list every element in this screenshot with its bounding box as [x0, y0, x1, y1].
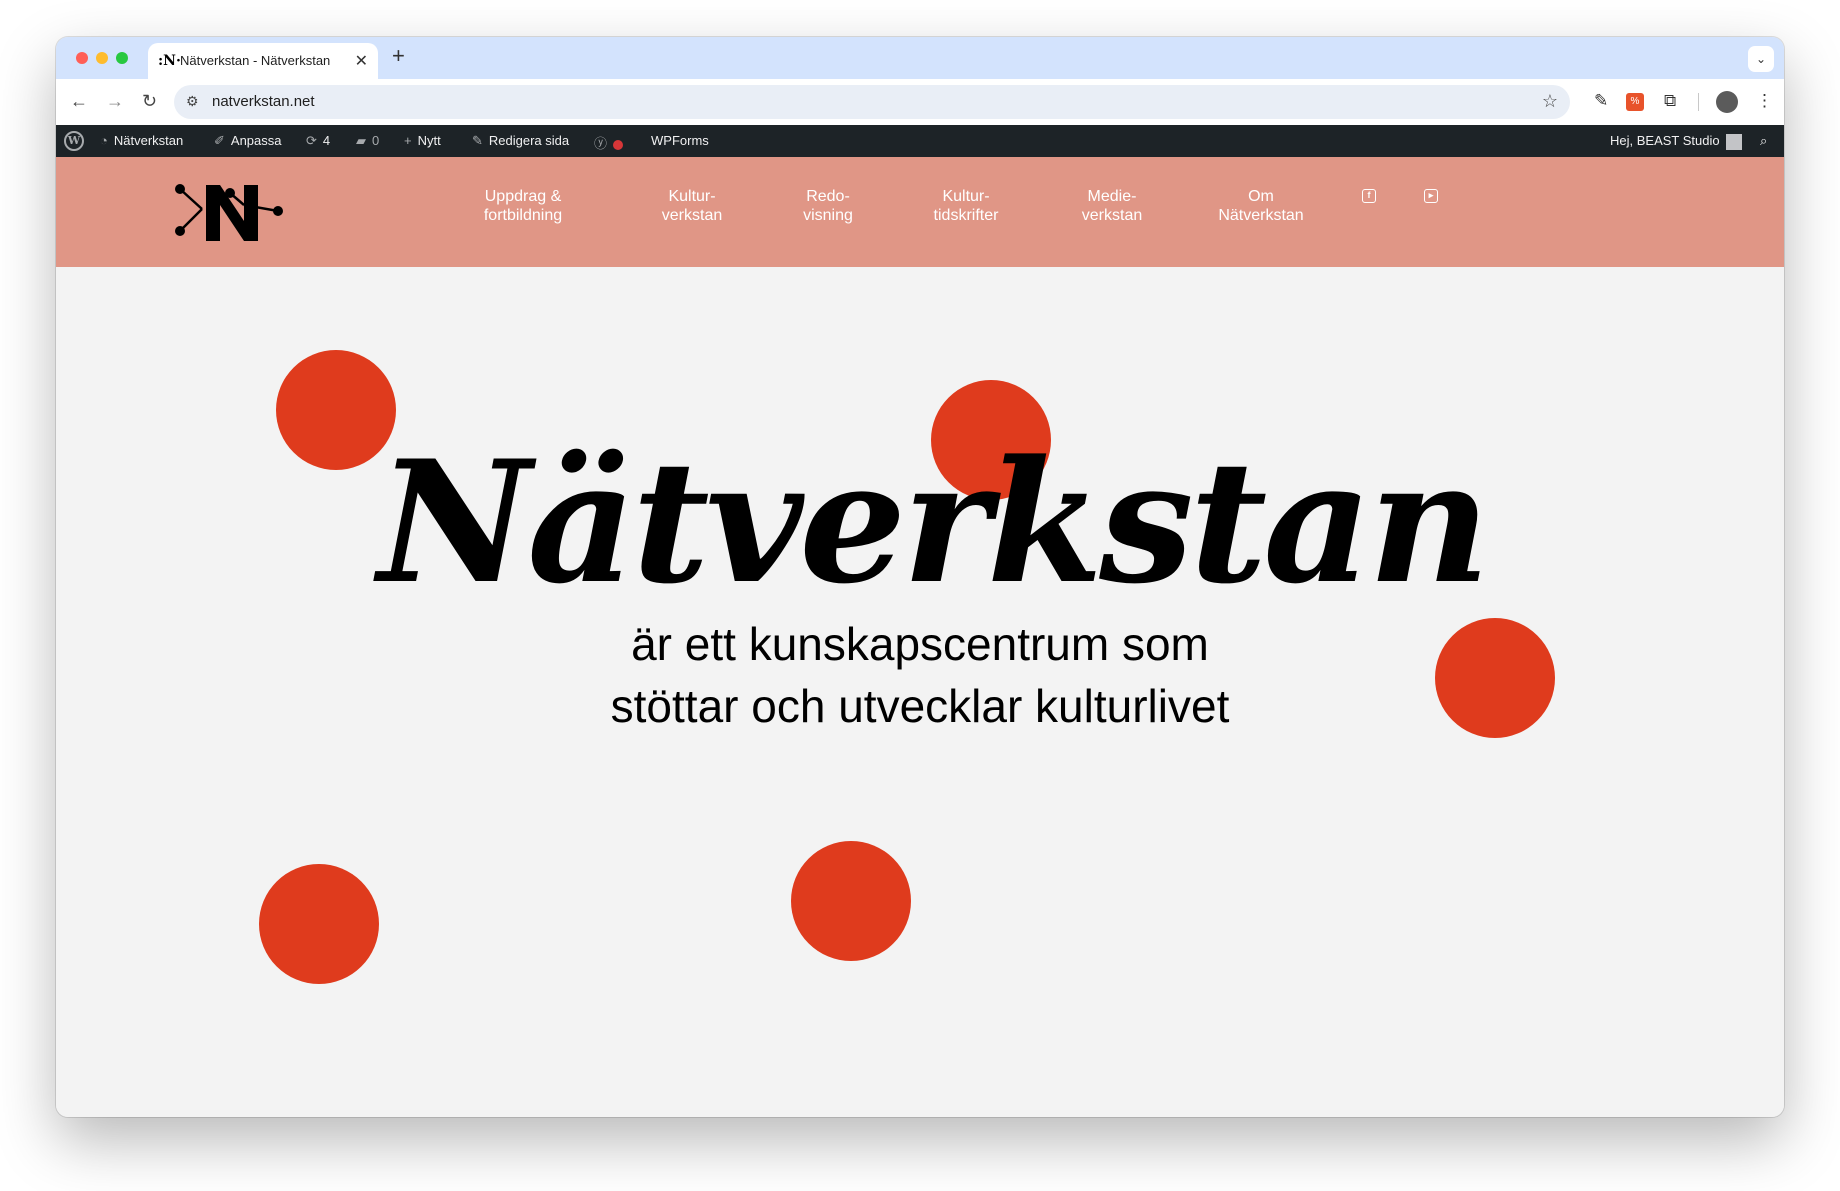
adminbar-seo-link[interactable]: ⓨ [594, 133, 624, 152]
new-tab-button[interactable]: + [392, 45, 405, 67]
youtube-icon[interactable]: ▸ [1424, 189, 1438, 203]
nav-item-kulturtidskrifter[interactable]: Kultur- tidskrifter [934, 187, 999, 225]
hero-subtitle: är ett kunskapscentrum som stöttar och u… [56, 613, 1784, 737]
browser-window: :N· Nätverkstan - Nätverkstan ✕ + ⌄ ← → … [56, 37, 1784, 1117]
close-window-button[interactable] [76, 52, 88, 64]
decorative-red-dot [259, 864, 379, 984]
adminbar-search-icon[interactable]: ⌕ [1760, 133, 1767, 149]
hero-subtitle-line-2: stöttar och utvecklar kulturlivet [610, 680, 1230, 732]
toolbar-divider [1698, 93, 1699, 111]
adminbar-site-name: Nätverkstan [113, 133, 184, 148]
nav-item-kulturverkstan[interactable]: Kultur- verkstan [662, 187, 722, 225]
tab-strip: :N· Nätverkstan - Nätverkstan ✕ + ⌄ [56, 37, 1784, 79]
wordpress-logo-icon[interactable]: W [64, 131, 84, 151]
back-arrow-icon[interactable]: ← [70, 91, 88, 111]
address-bar[interactable]: ⚙ natverkstan.net ☆ [174, 85, 1570, 119]
nav-item-medieverkstan[interactable]: Medie- verkstan [1082, 187, 1142, 225]
adminbar-customize-label: Anpassa [230, 133, 282, 148]
site-header: Uppdrag & fortbildning Kultur- verkstan … [56, 157, 1784, 267]
adminbar-comments-link[interactable]: ▰ 0 [356, 133, 379, 149]
adminbar-customize-link[interactable]: ✐ Anpassa [214, 133, 282, 149]
dashboard-icon: ◔ [100, 133, 108, 148]
adminbar-greeting: Hej, BEAST Studio [1610, 133, 1720, 148]
reload-icon[interactable]: ↻ [142, 91, 157, 111]
minimize-window-button[interactable] [96, 52, 108, 64]
maximize-window-button[interactable] [116, 52, 128, 64]
browser-toolbar: ← → ↻ ⚙ natverkstan.net ☆ ✎ % ⧉ ⋮ [56, 79, 1784, 125]
forward-arrow-icon[interactable]: → [106, 91, 124, 111]
seo-status-dot [613, 139, 624, 150]
plus-icon: + [404, 133, 412, 148]
pencil-icon: ✎ [472, 133, 483, 148]
brush-icon: ✐ [214, 133, 225, 148]
site-favicon-icon: :N· [158, 53, 181, 69]
comments-count: 0 [372, 133, 380, 148]
updates-count: 4 [322, 133, 331, 148]
adminbar-edit-page-link[interactable]: ✎ Redigera sida [472, 133, 569, 149]
adminbar-new-link[interactable]: + Nytt [404, 133, 441, 148]
hero-subtitle-line-1: är ett kunskapscentrum som [631, 618, 1209, 670]
tab-search-chevron-icon[interactable]: ⌄ [1748, 46, 1774, 72]
nav-item-redovisning[interactable]: Redo- visning [803, 187, 853, 225]
extensions-puzzle-icon[interactable]: ⧉ [1664, 91, 1676, 111]
adminbar-edit-page-label: Redigera sida [488, 133, 570, 148]
adminbar-account-link[interactable]: Hej, BEAST Studio [1610, 133, 1742, 150]
facebook-icon[interactable]: f [1362, 189, 1376, 203]
natverkstan-logo[interactable] [174, 181, 284, 243]
browser-menu-kebab-icon[interactable]: ⋮ [1756, 91, 1773, 111]
eyedropper-extension-icon[interactable]: ✎ [1594, 91, 1608, 111]
updates-icon: ⟳ [306, 133, 317, 148]
user-avatar [1725, 133, 1742, 150]
close-tab-icon[interactable]: ✕ [355, 51, 368, 71]
url-text[interactable]: natverkstan.net [212, 93, 315, 110]
adminbar-wpforms-link[interactable]: WPForms [651, 133, 709, 148]
browser-tab[interactable]: :N· Nätverkstan - Nätverkstan ✕ [148, 43, 378, 79]
yoast-seo-icon: ⓨ [594, 136, 608, 151]
profile-avatar[interactable] [1716, 91, 1738, 113]
adminbar-site-link[interactable]: ◔ Nätverkstan [100, 133, 183, 148]
bookmark-star-icon[interactable]: ☆ [1542, 91, 1558, 112]
hero-title: Nätverkstan [377, 423, 1491, 621]
nav-item-uppdrag[interactable]: Uppdrag & fortbildning [484, 187, 562, 225]
adminbar-updates-link[interactable]: ⟳ 4 [306, 133, 330, 149]
decorative-red-dot [791, 841, 911, 961]
adminbar-new-label: Nytt [417, 133, 441, 148]
wp-admin-bar: W ◔ Nätverkstan ✐ Anpassa ⟳ 4 ▰ 0 + Nytt ✎ Red… [56, 125, 1784, 157]
nav-item-om-natverkstan[interactable]: Om Nätverkstan [1218, 187, 1303, 225]
tab-title: Nätverkstan - Nätverkstan [180, 53, 331, 68]
comment-icon: ▰ [356, 133, 366, 148]
hero-section: Nätverkstan är ett kunskapscentrum som s… [56, 267, 1784, 1117]
extension-orange-icon[interactable]: % [1626, 93, 1644, 111]
site-info-icon[interactable]: ⚙ [186, 93, 199, 110]
